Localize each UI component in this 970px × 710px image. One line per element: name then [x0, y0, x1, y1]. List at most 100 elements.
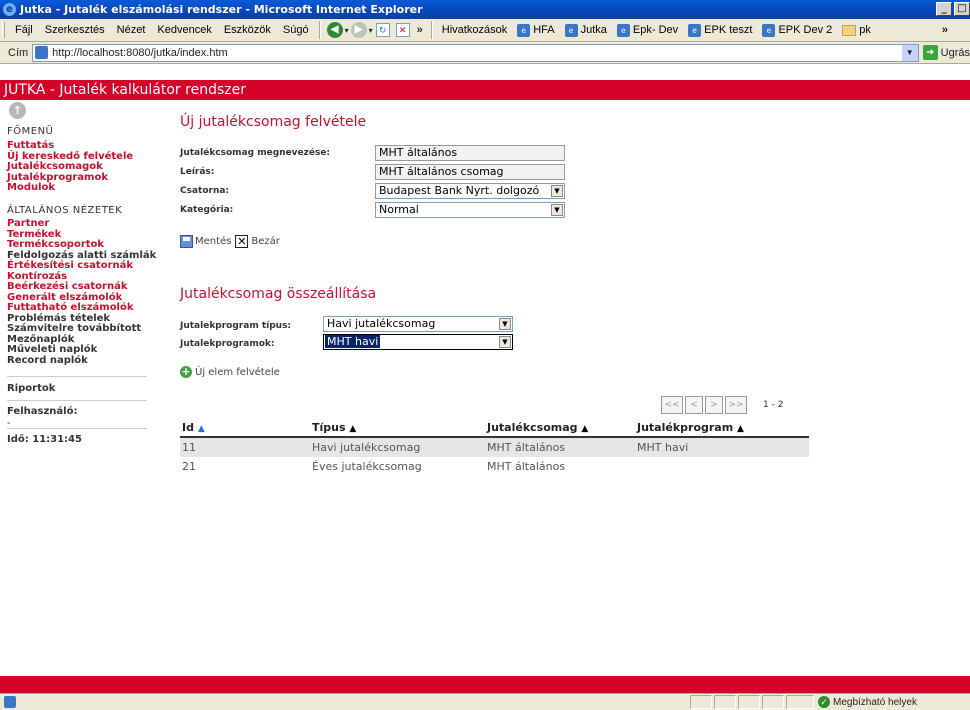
description-input[interactable]: MHT általános csomag: [375, 164, 565, 180]
prev-page-button[interactable]: <: [685, 396, 703, 414]
cell-jutalekprogram: MHT havi: [635, 437, 809, 457]
address-bar: Cím http://localhost:8080/jutka/index.ht…: [0, 42, 970, 64]
chevron-down-icon[interactable]: ▼: [551, 204, 563, 216]
menu-favorites[interactable]: Kedvencek: [151, 24, 217, 36]
programs-label: Jutalekprogramok:: [180, 339, 275, 349]
nav-futtatas[interactable]: Futtatás: [7, 140, 133, 152]
toolbar-separator: [318, 21, 321, 39]
link-jutka[interactable]: e Jutka: [560, 23, 612, 37]
close-icon[interactable]: ✕: [235, 235, 249, 248]
pager: << < > >> 1 - 2: [661, 396, 783, 414]
nav-partner[interactable]: Partner: [7, 218, 156, 230]
nav-futtathato-elszamolok[interactable]: Futtatható elszámolók: [7, 302, 156, 314]
general-views-menu: Partner Termékek Termékcsoportok Feldolg…: [7, 218, 156, 367]
col-header-jutalekcsomag[interactable]: Jutalékcsomag ▲: [485, 419, 635, 438]
security-zone-label: Megbízható helyek: [833, 696, 917, 708]
sort-icon[interactable]: ▲: [349, 424, 356, 434]
chevron-down-icon[interactable]: ▼: [499, 336, 511, 348]
table-row[interactable]: 21 Éves jutalékcsomag MHT általános: [180, 457, 809, 476]
channel-value: Budapest Bank Nyrt. dolgozó: [379, 184, 540, 197]
add-item-button[interactable]: Új elem felvétele: [195, 367, 280, 378]
menu-tools[interactable]: Eszközök: [218, 24, 277, 36]
add-icon[interactable]: +: [180, 366, 192, 378]
back-dropdown-icon[interactable]: ▾: [345, 26, 349, 35]
results-table: Id ▲ Típus ▲ Jutalékcsomag ▲ Jutalékprog…: [180, 419, 809, 476]
menu-file[interactable]: Fájl: [9, 24, 39, 36]
up-arrow-icon[interactable]: ↑: [9, 102, 26, 119]
name-label: Jutalékcsomag megnevezése:: [180, 148, 331, 158]
menu-edit[interactable]: Szerkesztés: [39, 24, 111, 36]
status-cell: [786, 695, 814, 709]
table-row[interactable]: 11 Havi jutalékcsomag MHT általános MHT …: [180, 437, 809, 457]
cell-jutalekcsomag: MHT általános: [487, 460, 566, 473]
sort-icon[interactable]: ▲: [737, 424, 744, 434]
page-icon: e: [564, 23, 578, 37]
category-label: Kategória:: [180, 205, 234, 215]
menu-help[interactable]: Súgó: [277, 24, 315, 36]
links-more-chevron[interactable]: »: [942, 24, 948, 36]
sort-icon[interactable]: ▲: [581, 424, 588, 434]
app-header: JUTKA - Jutalék kalkulátor rendszer: [0, 80, 970, 100]
nav-riportok[interactable]: Riportok: [7, 383, 55, 394]
name-input[interactable]: MHT általános: [375, 145, 565, 161]
program-type-value: Havi jutalékcsomag: [327, 317, 436, 330]
add-item[interactable]: + Új elem felvétele: [180, 366, 280, 378]
link-epk-dev-2[interactable]: e EPK Dev 2: [757, 23, 837, 37]
close-button[interactable]: Bezár: [251, 236, 280, 247]
nav-jutalekcsomagok[interactable]: Jutalékcsomagok: [7, 161, 133, 173]
forward-icon[interactable]: ▶: [350, 22, 367, 38]
channel-label: Csatorna:: [180, 186, 230, 196]
link-hfa[interactable]: e HFA: [512, 23, 559, 37]
nav-ertekesitesi-csatornak[interactable]: Értékesítési csatornák: [7, 260, 156, 272]
cell-id: 21: [182, 460, 196, 473]
address-dropdown-icon[interactable]: ▼: [901, 44, 918, 61]
status-cell: [714, 695, 736, 709]
status-cell: [738, 695, 760, 709]
first-page-button[interactable]: <<: [661, 396, 683, 414]
refresh-icon[interactable]: ↻: [375, 23, 390, 37]
category-select[interactable]: Normal ▼: [375, 202, 565, 218]
ie-logo-icon: e: [3, 3, 16, 16]
back-icon[interactable]: ◀: [326, 22, 343, 38]
minimize-button[interactable]: _: [936, 2, 952, 16]
cell-jutalekprogram: [635, 457, 809, 476]
nav-modulok[interactable]: Modulok: [7, 182, 133, 194]
maximize-button[interactable]: □: [954, 2, 970, 16]
menu-toolbar: Fájl Szerkesztés Nézet Kedvencek Eszközö…: [0, 19, 970, 42]
sort-asc-icon[interactable]: ▲: [198, 424, 205, 434]
channel-select[interactable]: Budapest Bank Nyrt. dolgozó ▼: [375, 183, 565, 199]
toolbar-chevron[interactable]: »: [417, 24, 423, 36]
programs-select[interactable]: MHT havi ▼: [323, 334, 513, 350]
last-page-button[interactable]: >>: [725, 396, 747, 414]
check-icon: ✓: [818, 696, 830, 708]
nav-muveleti-naplok[interactable]: Műveleti naplók: [7, 344, 156, 356]
col-header-id[interactable]: Id ▲: [180, 419, 310, 438]
forward-dropdown-icon[interactable]: ▾: [369, 26, 373, 35]
link-pk[interactable]: pk: [837, 24, 876, 36]
chevron-down-icon[interactable]: ▼: [499, 318, 511, 330]
address-input[interactable]: http://localhost:8080/jutka/index.htm ▼: [32, 43, 919, 62]
go-arrow-icon: ➜: [922, 45, 938, 60]
program-type-select[interactable]: Havi jutalékcsomag ▼: [323, 316, 513, 332]
menu-view[interactable]: Nézet: [111, 24, 152, 36]
link-epk-teszt[interactable]: e EPK teszt: [683, 23, 757, 37]
nav-termekcsoportok[interactable]: Termékcsoportok: [7, 239, 156, 251]
nav-szamvitelre-tovabbitott[interactable]: Számvitelre továbbított: [7, 323, 156, 335]
page-icon: e: [762, 23, 776, 37]
stop-icon[interactable]: ✕: [395, 23, 410, 37]
col-header-tipus[interactable]: Típus ▲: [310, 419, 485, 438]
chevron-down-icon[interactable]: ▼: [551, 185, 563, 197]
save-button[interactable]: Mentés: [195, 236, 231, 247]
security-zone[interactable]: ✓ Megbízható helyek: [818, 695, 968, 709]
nav-record-naplok[interactable]: Record naplók: [7, 355, 156, 367]
main-menu: Futtatás Új kereskedő felvétele Jutalékc…: [7, 140, 133, 194]
address-url[interactable]: http://localhost:8080/jutka/index.htm: [52, 47, 228, 59]
nav-beerkezesi-csatornak[interactable]: Beérkezési csatornák: [7, 281, 156, 293]
col-header-jutalekprogram[interactable]: Jutalékprogram ▲: [635, 419, 809, 438]
status-bar: ✓ Megbízható helyek: [0, 693, 970, 710]
save-icon[interactable]: [180, 235, 193, 248]
window-titlebar: e Jutka - Jutalék elszámolási rendszer -…: [0, 0, 970, 19]
go-button[interactable]: ➜ Ugrás: [922, 45, 970, 60]
link-epk-dev[interactable]: e Epk- Dev: [612, 23, 683, 37]
next-page-button[interactable]: >: [705, 396, 723, 414]
